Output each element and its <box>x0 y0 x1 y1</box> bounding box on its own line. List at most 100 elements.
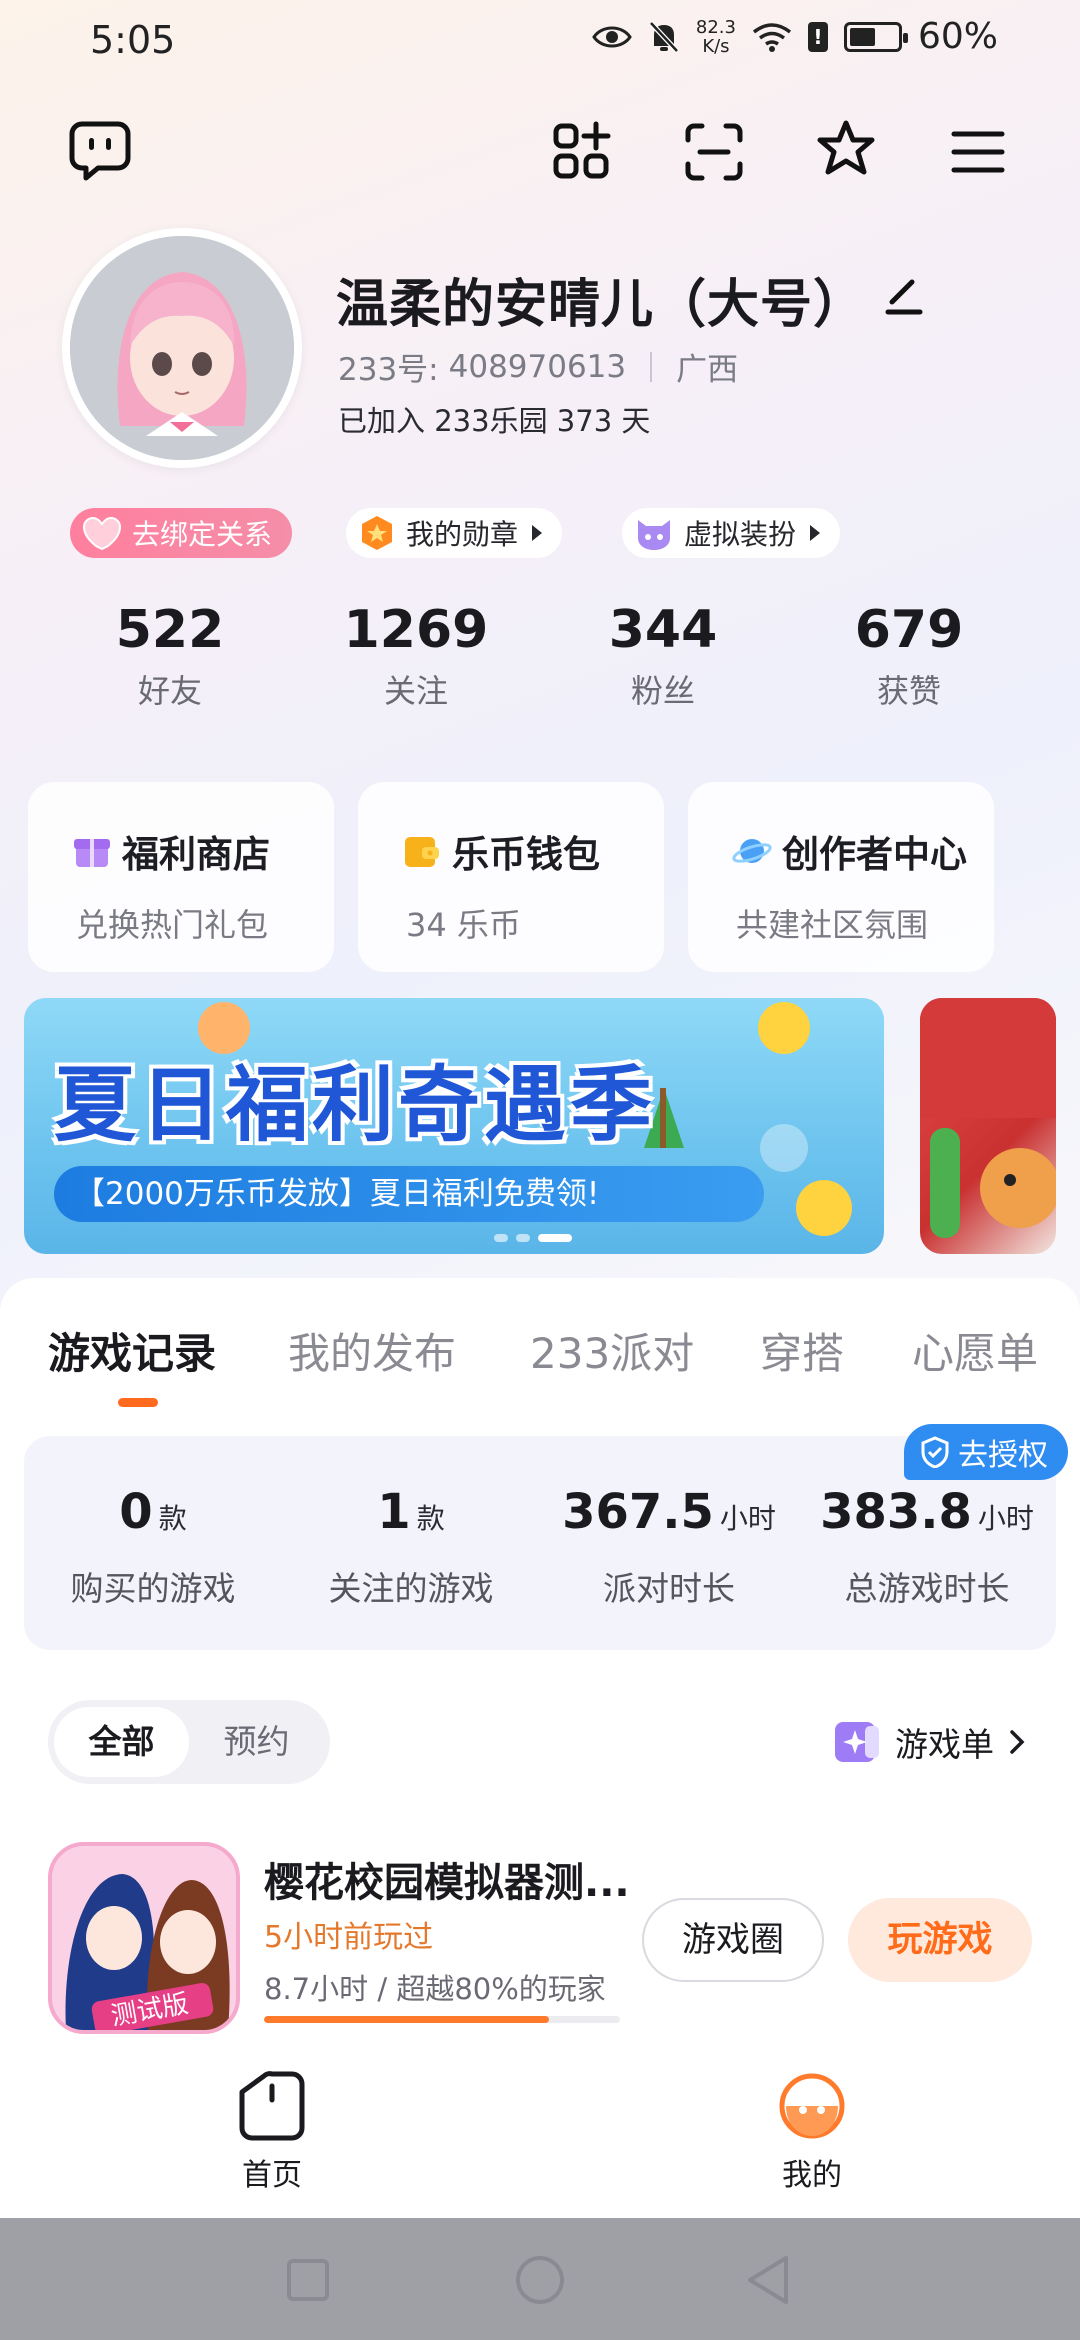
uid-value: 408970613 <box>448 348 627 385</box>
bind-relation-chip[interactable]: 去绑定关系 <box>70 508 293 558</box>
game-circle-button[interactable]: 游戏圈 <box>642 1898 824 1982</box>
game-title[interactable]: 樱花校园模拟器测... <box>264 1850 630 1908</box>
play-time-stats: 8.7小时 / 超越80%的玩家 <box>264 1972 606 2006</box>
chevron-right-icon <box>1010 1730 1025 1754</box>
back-icon[interactable] <box>744 2254 792 2306</box>
card-subtitle: 兑换热门礼包 <box>76 906 269 944</box>
my-medals-chip[interactable]: 我的勋章 <box>346 508 563 558</box>
stat-value: 522 <box>115 600 225 660</box>
creator-center-card[interactable]: 创作者中心 共建社区氛围 <box>688 782 994 972</box>
wallet-icon <box>405 837 439 867</box>
welfare-shop-card[interactable]: 福利商店 兑换热门礼包 <box>28 782 334 972</box>
avatar-image <box>70 236 294 460</box>
net-speed-value: 82.3 <box>695 16 736 38</box>
my-medals-label: 我的勋章 <box>406 518 519 551</box>
card-title: 乐币钱包 <box>452 833 600 876</box>
edit-icon[interactable] <box>882 272 926 316</box>
play-progress-bar <box>264 2016 620 2023</box>
summary-unit: 小时 <box>719 1502 776 1535</box>
stat-label: 关注 <box>383 672 448 710</box>
summary-label: 派对时长 <box>603 1569 735 1608</box>
stat-label: 粉丝 <box>630 672 695 710</box>
summary-unit: 款 <box>416 1502 445 1535</box>
play-arrow-icon <box>532 525 543 541</box>
coin-wallet-card[interactable]: 乐币钱包 34 乐币 <box>358 782 664 972</box>
stat-fans[interactable]: 344 粉丝 <box>563 600 763 712</box>
play-game-button[interactable]: 玩游戏 <box>848 1898 1032 1982</box>
wifi-icon <box>752 22 792 52</box>
authorize-button[interactable]: 去授权 <box>904 1424 1068 1480</box>
summary-label: 关注的游戏 <box>328 1569 494 1608</box>
add-app-icon[interactable] <box>550 120 614 184</box>
play-arrow-icon <box>810 525 821 541</box>
medal-icon <box>362 516 392 550</box>
eye-icon <box>592 26 632 47</box>
uid-label: 233号: <box>338 352 439 388</box>
scan-icon[interactable] <box>682 120 746 184</box>
alert-icon: ! <box>807 21 828 52</box>
tab-outfits[interactable]: 穿搭 <box>760 1320 844 1381</box>
stat-value: 1269 <box>343 600 489 660</box>
planet-icon <box>732 839 772 863</box>
summary-purchased[interactable]: 0款 购买的游戏 <box>24 1484 282 1610</box>
filter-reserved[interactable]: 预约 <box>189 1707 324 1777</box>
summary-unit: 小时 <box>977 1502 1034 1535</box>
joined-days: 已加入 233乐园 373 天 <box>338 404 651 438</box>
menu-icon[interactable] <box>946 120 1010 184</box>
promo-banner-next[interactable] <box>920 998 1056 1254</box>
tab-my-posts[interactable]: 我的发布 <box>288 1320 456 1381</box>
recent-apps-icon[interactable] <box>286 2258 330 2302</box>
home-icon <box>239 2071 305 2141</box>
battery-icon <box>843 21 908 52</box>
tab-game-records[interactable]: 游戏记录 <box>48 1320 216 1381</box>
tab-indicator <box>118 1398 158 1407</box>
sparkle-icon <box>835 1722 879 1762</box>
net-speed: 82.3 K/s <box>696 18 736 56</box>
virtual-dressup-chip[interactable]: 虚拟装扮 <box>622 508 841 558</box>
stat-label: 好友 <box>137 672 202 710</box>
stat-likes[interactable]: 679 获赞 <box>809 600 1009 712</box>
status-icons: 82.3 K/s ! 60% <box>592 16 998 57</box>
banner-art <box>920 998 1056 1238</box>
location: 广西 <box>676 352 739 388</box>
star-badge-icon[interactable] <box>814 118 878 182</box>
stat-friends[interactable]: 522 好友 <box>70 600 270 712</box>
divider <box>650 351 653 382</box>
game-list-label: 游戏单 <box>895 1725 994 1764</box>
bottom-nav <box>0 2040 1080 2218</box>
virtual-dressup-label: 虚拟装扮 <box>684 518 797 551</box>
gift-icon <box>74 839 110 867</box>
tab-233-party[interactable]: 233派对 <box>530 1320 694 1381</box>
stat-following[interactable]: 1269 关注 <box>316 600 516 712</box>
game-art: 测试版 <box>52 1846 236 2030</box>
card-subtitle: 34 乐币 <box>406 906 521 944</box>
game-icon[interactable]: 测试版 <box>48 1842 240 2034</box>
promo-banner[interactable]: 夏日福利奇遇季 【2000万乐币发放】夏日福利免费领! <box>24 998 884 1254</box>
nickname: 温柔的安晴儿（大号） <box>336 262 866 337</box>
stat-label: 获赞 <box>876 672 941 710</box>
avatar[interactable] <box>62 228 302 468</box>
filter-all[interactable]: 全部 <box>54 1707 189 1777</box>
chat-bubble-icon[interactable] <box>68 118 132 182</box>
summary-followed[interactable]: 1款 关注的游戏 <box>282 1484 540 1610</box>
summary-label: 总游戏时长 <box>844 1569 1010 1608</box>
game-list-link[interactable]: 游戏单 <box>835 1718 1026 1766</box>
nav-mine[interactable]: 我的 <box>732 2070 892 2194</box>
heart-icon <box>82 516 122 550</box>
summary-party-time[interactable]: 367.5 小时 派对时长 <box>540 1484 798 1610</box>
summary-value: 383.8 <box>820 1484 972 1540</box>
summary-total-time[interactable]: 383.8 小时 总游戏时长 <box>798 1484 1056 1610</box>
last-played: 5小时前玩过 <box>264 1920 434 1955</box>
card-title: 福利商店 <box>122 833 270 876</box>
cat-face-icon <box>638 520 670 550</box>
net-speed-unit: K/s <box>702 35 730 57</box>
home-button-icon[interactable] <box>514 2254 566 2306</box>
nav-home[interactable]: 首页 <box>192 2070 352 2194</box>
summary-label: 购买的游戏 <box>70 1569 236 1608</box>
authorize-label: 去授权 <box>958 1438 1048 1473</box>
uid-line: 233号: 408970613 广西 <box>338 344 738 389</box>
nav-mine-label: 我的 <box>782 2158 842 2193</box>
stat-value: 679 <box>854 600 964 660</box>
bind-relation-label: 去绑定关系 <box>132 518 273 551</box>
tab-wishlist[interactable]: 心愿单 <box>912 1320 1038 1381</box>
